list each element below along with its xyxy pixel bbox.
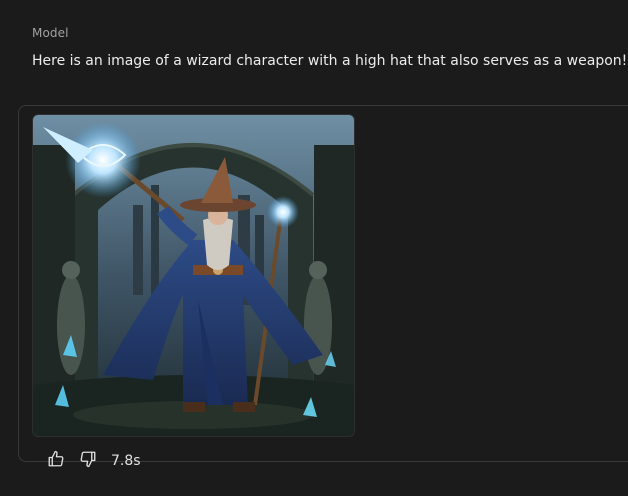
thumbs-up-button[interactable] [40,448,72,474]
message-actions: 7.8s [40,448,141,474]
footer-divider [162,461,628,462]
thumbs-up-icon [47,450,65,472]
thumbs-down-icon [79,450,97,472]
elapsed-time: 7.8s [111,453,141,469]
wizard-illustration [33,115,354,436]
thumbs-down-button[interactable] [72,448,104,474]
message-role-label: Model [32,26,69,40]
generated-image[interactable] [32,114,355,437]
message-text: Here is an image of a wizard character w… [32,53,628,69]
